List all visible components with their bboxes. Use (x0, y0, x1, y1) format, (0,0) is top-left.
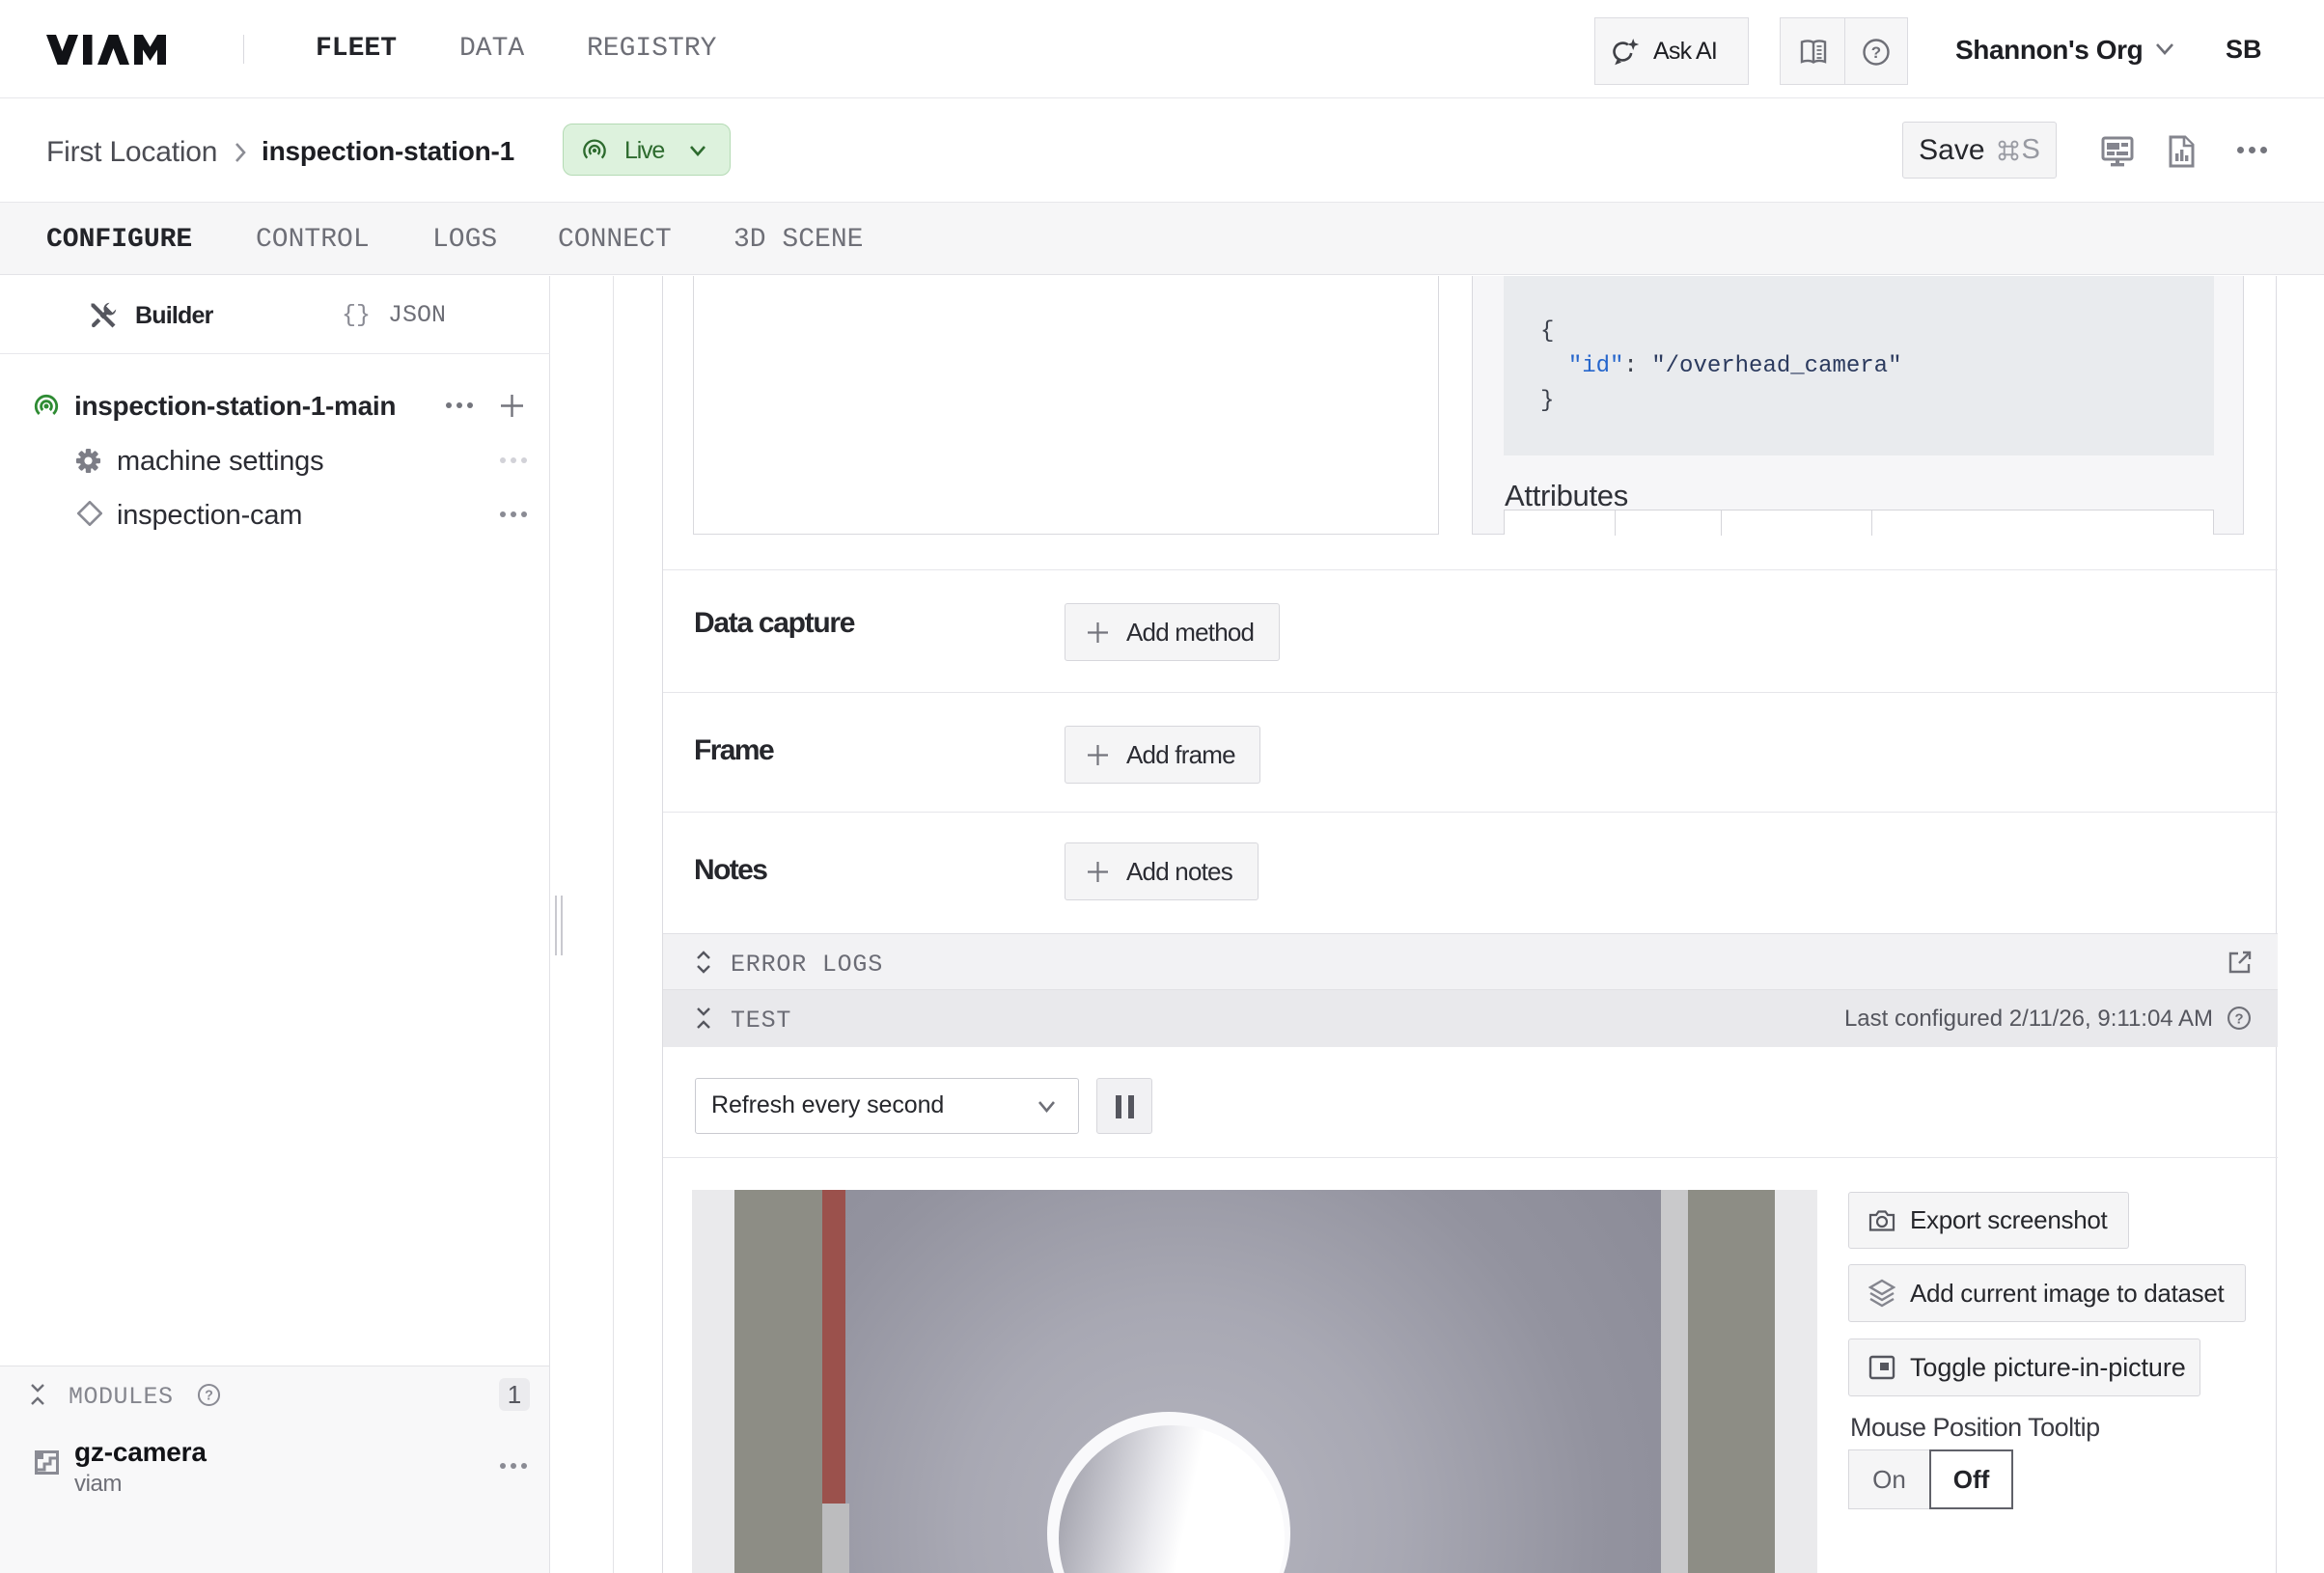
svg-text:?: ? (1871, 43, 1881, 62)
svg-text:?: ? (205, 1389, 213, 1404)
svg-text:?: ? (2234, 1011, 2243, 1027)
